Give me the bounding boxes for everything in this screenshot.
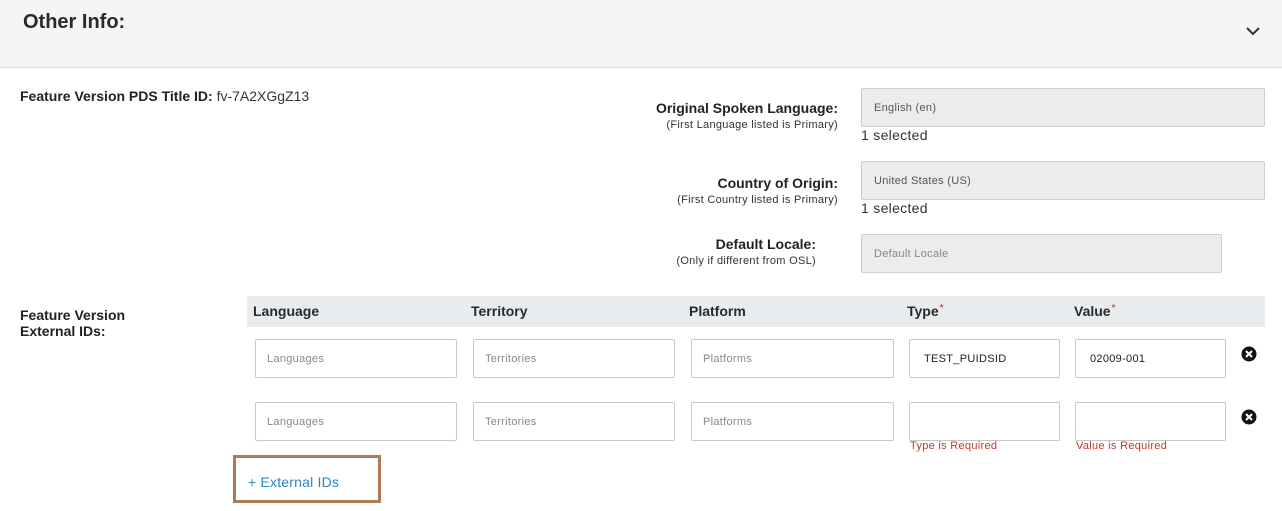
- row1-platform-input[interactable]: Platforms: [691, 339, 894, 378]
- row1-value-input[interactable]: 02009-001: [1075, 339, 1226, 378]
- col-value: Value*: [1074, 303, 1116, 319]
- value-required-error: Value is Required: [1076, 440, 1168, 452]
- osl-label-group: Original Spoken Language: (First Languag…: [656, 100, 838, 131]
- chevron-down-icon[interactable]: [1245, 24, 1261, 38]
- external-ids-label-line1: Feature Version: [20, 307, 126, 323]
- required-mark: *: [939, 303, 944, 314]
- country-hint: (First Country listed is Primary): [677, 194, 838, 206]
- osl-selected-count: 1 selected: [861, 127, 928, 143]
- row1-remove-icon[interactable]: [1241, 346, 1257, 362]
- add-external-ids-link[interactable]: + External IDs: [248, 474, 339, 490]
- external-ids-table-header: Language Territory Platform Type* Value*: [247, 296, 1265, 327]
- default-locale-label-group: Default Locale: (Only if different from …: [676, 236, 816, 267]
- country-select[interactable]: United States (US): [861, 161, 1265, 200]
- col-type: Type*: [907, 303, 944, 319]
- pds-title-label: Feature Version PDS Title ID:: [20, 88, 213, 104]
- pds-title-value: fv-7A2XGgZ13: [216, 88, 310, 104]
- type-required-error: Type is Required: [910, 440, 998, 452]
- col-type-label: Type: [907, 303, 939, 319]
- row1-territory-input[interactable]: Territories: [473, 339, 675, 378]
- row2-remove-icon[interactable]: [1241, 409, 1257, 425]
- row2-platform-input[interactable]: Platforms: [691, 402, 894, 441]
- other-info-header[interactable]: Other Info:: [0, 0, 1282, 68]
- pds-title-id: Feature Version PDS Title ID: fv-7A2XGgZ…: [20, 88, 309, 104]
- external-ids-label: Feature Version External IDs:: [20, 307, 125, 339]
- default-locale-select[interactable]: Default Locale: [861, 234, 1222, 273]
- section-title: Other Info:: [23, 11, 126, 33]
- external-ids-label-line2: External IDs:: [20, 323, 106, 339]
- country-label-group: Country of Origin: (First Country listed…: [677, 175, 838, 206]
- row1-language-input[interactable]: Languages: [255, 339, 457, 378]
- row2-value-input[interactable]: [1075, 402, 1226, 441]
- default-locale-hint: (Only if different from OSL): [676, 255, 816, 267]
- col-value-label: Value: [1074, 303, 1111, 319]
- row1-type-input[interactable]: TEST_PUIDSID: [909, 339, 1060, 378]
- row2-language-input[interactable]: Languages: [255, 402, 457, 441]
- default-locale-label: Default Locale:: [715, 236, 816, 252]
- col-platform: Platform: [689, 303, 746, 319]
- country-selected-count: 1 selected: [861, 200, 928, 216]
- required-mark: *: [1111, 303, 1116, 314]
- row2-territory-input[interactable]: Territories: [473, 402, 675, 441]
- row2-type-input[interactable]: [909, 402, 1060, 441]
- col-language: Language: [253, 303, 320, 319]
- osl-hint: (First Language listed is Primary): [666, 119, 838, 131]
- osl-label: Original Spoken Language:: [655, 100, 838, 116]
- country-label: Country of Origin:: [717, 175, 838, 191]
- col-territory: Territory: [471, 303, 528, 319]
- osl-select[interactable]: English (en): [861, 88, 1265, 127]
